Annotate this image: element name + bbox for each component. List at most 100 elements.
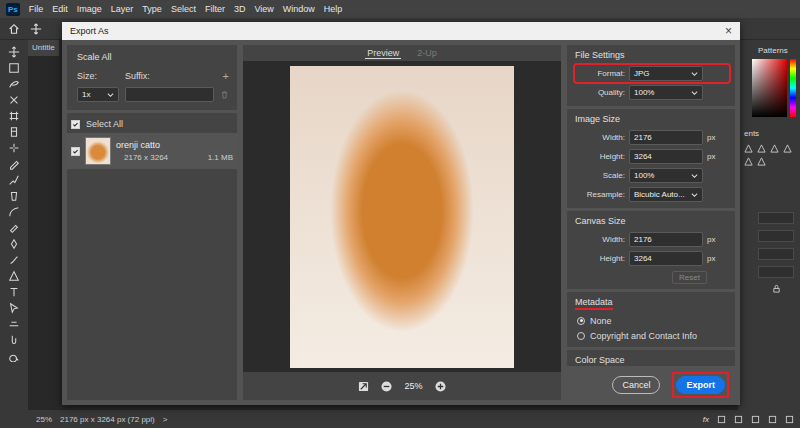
- status-arrow[interactable]: >: [163, 415, 168, 424]
- asset-checkbox[interactable]: [71, 147, 80, 156]
- setting-unit: px: [707, 235, 723, 244]
- layer-field[interactable]: [758, 230, 794, 242]
- tool-icon[interactable]: [8, 222, 20, 234]
- preview-tab[interactable]: 2-Up: [415, 48, 439, 58]
- layer-action-icon[interactable]: [785, 415, 794, 424]
- preview-tab[interactable]: Preview: [365, 48, 401, 59]
- adjustment-icon[interactable]: [757, 144, 766, 153]
- reset-button[interactable]: Reset: [672, 271, 707, 284]
- tool-icon[interactable]: [8, 238, 20, 250]
- menu-item[interactable]: Layer: [111, 4, 134, 14]
- metadata-option[interactable]: None: [575, 314, 729, 327]
- select-all[interactable]: Select All: [67, 119, 237, 129]
- dialog-button[interactable]: Export: [676, 376, 725, 394]
- fit-screen-icon[interactable]: [358, 381, 369, 392]
- trash-icon[interactable]: [220, 90, 229, 99]
- tool-icon[interactable]: [8, 110, 20, 122]
- select-all-checkbox[interactable]: [71, 120, 80, 129]
- menu-item[interactable]: Type: [142, 4, 162, 14]
- tool-icon[interactable]: [8, 94, 20, 106]
- status-zoom[interactable]: 25%: [36, 415, 52, 424]
- menu-item[interactable]: Select: [171, 4, 196, 14]
- setting-field[interactable]: 3264: [629, 251, 703, 266]
- color-field[interactable]: [752, 59, 787, 117]
- zoom-in-icon[interactable]: [435, 381, 446, 392]
- layer-field[interactable]: [758, 212, 794, 224]
- tool-icon[interactable]: [8, 158, 20, 170]
- dialog-button[interactable]: Cancel: [612, 376, 660, 394]
- layer-action-icon[interactable]: [768, 415, 777, 424]
- setting-field[interactable]: JPG: [629, 66, 703, 81]
- tool-icon[interactable]: [8, 46, 20, 58]
- tool-icon[interactable]: [8, 270, 20, 282]
- menu-item[interactable]: File: [29, 4, 44, 14]
- menu-item[interactable]: Edit: [52, 4, 68, 14]
- layer-field[interactable]: [758, 248, 794, 260]
- setting-label: Resample:: [577, 190, 625, 199]
- dialog-title-bar: Export As×: [62, 22, 740, 40]
- fx-button[interactable]: fx: [703, 415, 709, 424]
- hue-slider[interactable]: [790, 59, 796, 117]
- lock-icon[interactable]: [772, 284, 781, 293]
- tool-icon[interactable]: [8, 254, 20, 266]
- radio-button[interactable]: [577, 317, 585, 325]
- adjustment-icon[interactable]: [770, 144, 779, 153]
- section-title: File Settings: [575, 49, 729, 61]
- layer-action-icon[interactable]: [734, 415, 743, 424]
- setting-field[interactable]: Bicubic Auto...: [629, 187, 703, 202]
- menu-item[interactable]: 3D: [234, 4, 246, 14]
- patterns-tab[interactable]: Patterns: [758, 46, 800, 55]
- tool-icon[interactable]: [8, 62, 20, 74]
- tool-icon[interactable]: [8, 142, 20, 154]
- close-button[interactable]: ×: [725, 24, 732, 38]
- menu-item[interactable]: View: [254, 4, 273, 14]
- layers-panel: [738, 172, 800, 293]
- tool-icon[interactable]: [8, 190, 20, 202]
- layer-action-icon[interactable]: [751, 415, 760, 424]
- size-select[interactable]: 1x: [77, 87, 119, 102]
- tool-icon[interactable]: [8, 334, 20, 346]
- adjustment-icon[interactable]: [744, 157, 753, 166]
- adjustment-icon[interactable]: [783, 144, 792, 153]
- menu-item[interactable]: Help: [324, 4, 343, 14]
- tool-icon[interactable]: [8, 318, 20, 330]
- adjustment-icon[interactable]: [757, 157, 766, 166]
- menu-item[interactable]: Image: [77, 4, 102, 14]
- adjustment-icon[interactable]: [744, 144, 753, 153]
- home-icon[interactable]: [8, 23, 20, 35]
- button-wrap: Cancel: [608, 372, 664, 398]
- suffix-input[interactable]: [125, 87, 214, 102]
- adjustments-tab[interactable]: ents: [744, 129, 800, 138]
- asset-row[interactable]: orenji catto2176 x 32641.1 MB: [67, 133, 237, 169]
- layer-action-icon[interactable]: [717, 415, 726, 424]
- document-tab[interactable]: Untitle: [28, 40, 59, 56]
- zoom-level: 25%: [404, 381, 422, 391]
- menu-item[interactable]: Filter: [205, 4, 225, 14]
- tool-icon[interactable]: [8, 126, 20, 138]
- tool-icon[interactable]: [8, 350, 20, 362]
- setting-field[interactable]: 100%: [629, 85, 703, 100]
- color-picker[interactable]: [738, 59, 800, 117]
- setting-field[interactable]: 3264: [629, 149, 703, 164]
- tool-icon[interactable]: [8, 206, 20, 218]
- menu-item[interactable]: Window: [283, 4, 315, 14]
- zoom-out-icon[interactable]: [381, 381, 392, 392]
- photoshop-window: Ps File Edit Image Layer Type Select Filter 3D Vi…: [0, 0, 800, 428]
- setting-field[interactable]: 100%: [629, 168, 703, 183]
- metadata: MetadataNoneCopyright and Contact Info: [567, 292, 735, 347]
- radio-button[interactable]: [577, 332, 585, 340]
- image-size: Image SizeWidth:2176pxHeight:3264pxScale…: [567, 109, 735, 208]
- metadata-option[interactable]: Copyright and Contact Info: [575, 329, 729, 342]
- tool-icon[interactable]: [8, 78, 20, 90]
- add-scale-button[interactable]: +: [223, 70, 229, 82]
- move-icon[interactable]: [30, 23, 42, 35]
- setting-field[interactable]: 2176: [629, 130, 703, 145]
- tool-icon[interactable]: [8, 286, 20, 298]
- setting-field[interactable]: 2176: [629, 232, 703, 247]
- tool-icon[interactable]: [8, 174, 20, 186]
- scale-section: Scale AllSize:Suffix:+1x: [67, 45, 237, 110]
- tool-icon[interactable]: [8, 302, 20, 314]
- preview-panel: Preview 2-Up 25%: [243, 45, 561, 400]
- layer-field[interactable]: [758, 266, 794, 278]
- app-logo[interactable]: Ps: [6, 3, 20, 16]
